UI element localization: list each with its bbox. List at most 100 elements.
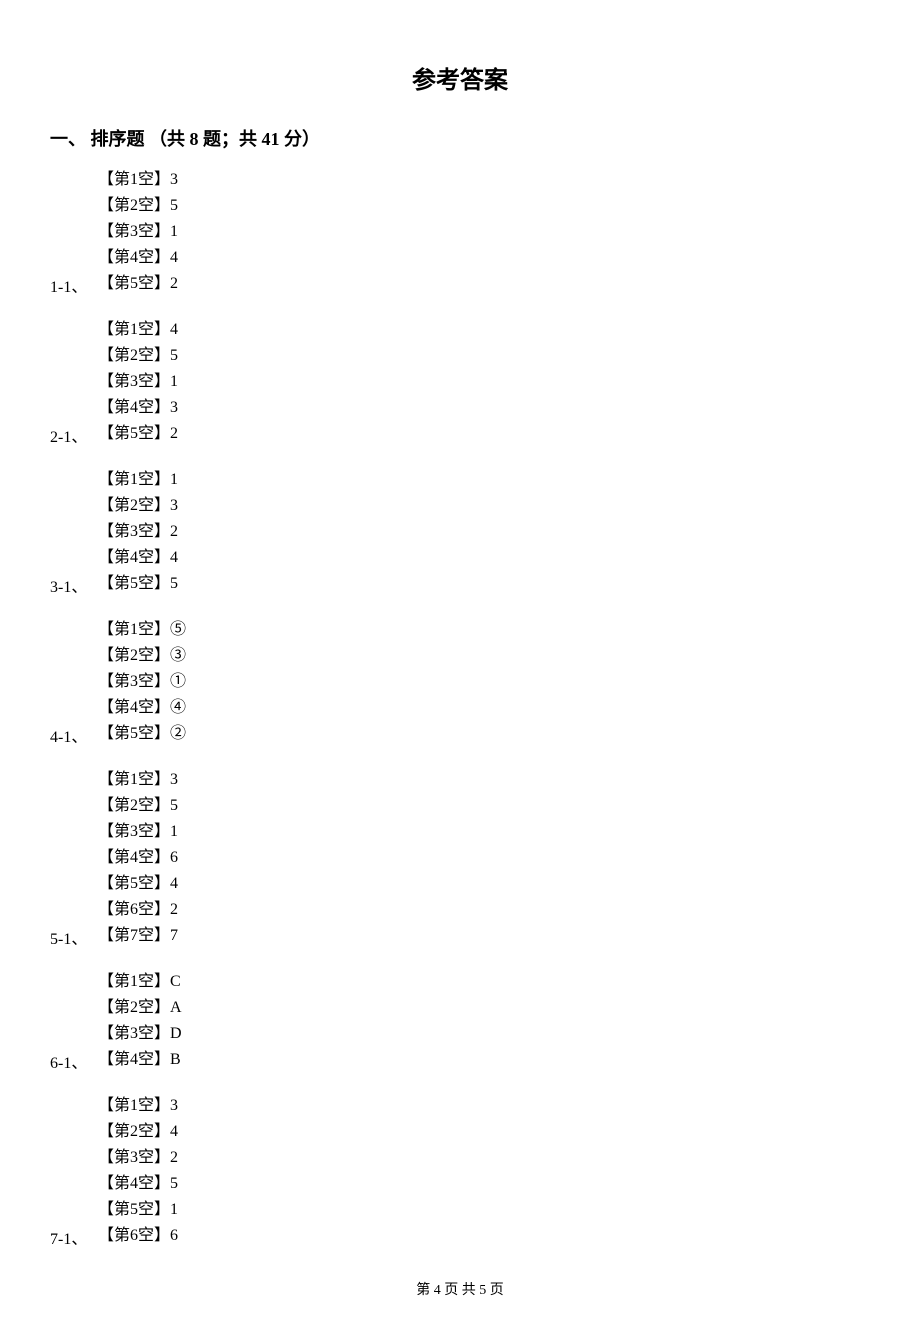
question-block: 【第1空】C【第2空】A【第3空】D【第4空】B6-1、 [50, 969, 870, 1073]
answer-value: 1 [170, 373, 178, 390]
answer-value: 5 [170, 347, 178, 364]
answer-value: ② [170, 725, 186, 742]
answer-label: 【第1空】 [98, 973, 170, 990]
answer-line: 【第4空】④ [98, 695, 870, 721]
question-number: 2-1、 [50, 423, 87, 447]
answer-value: 4 [170, 321, 178, 338]
answer-value: 1 [170, 823, 178, 840]
answer-line: 【第2空】③ [98, 643, 870, 669]
answer-label: 【第4空】 [98, 549, 170, 566]
section-label: 排序题 [91, 129, 145, 149]
answer-value: D [170, 1025, 182, 1042]
answer-label: 【第2空】 [98, 647, 170, 664]
answer-lines: 【第1空】3【第2空】4【第3空】2【第4空】5【第5空】1【第6空】6 [98, 1093, 870, 1249]
section-number: 一、 [50, 129, 86, 149]
answer-value: 3 [170, 497, 178, 514]
answer-label: 【第4空】 [98, 1175, 170, 1192]
answer-line: 【第5空】② [98, 721, 870, 747]
question-block: 【第1空】3【第2空】5【第3空】1【第4空】4【第5空】21-1、 [50, 167, 870, 297]
answer-label: 【第5空】 [98, 575, 170, 592]
answer-label: 【第5空】 [98, 725, 170, 742]
answer-label: 【第5空】 [98, 1201, 170, 1218]
questions-container: 【第1空】3【第2空】5【第3空】1【第4空】4【第5空】21-1、【第1空】4… [50, 167, 870, 1249]
page-title: 参考答案 [50, 60, 870, 95]
answer-line: 【第3空】1 [98, 219, 870, 245]
answer-label: 【第3空】 [98, 223, 170, 240]
answer-label: 【第2空】 [98, 797, 170, 814]
answer-value: 1 [170, 223, 178, 240]
question-number: 7-1、 [50, 1225, 87, 1249]
answer-lines: 【第1空】4【第2空】5【第3空】1【第4空】3【第5空】2 [98, 317, 870, 447]
answer-label: 【第5空】 [98, 275, 170, 292]
answer-line: 【第1空】1 [98, 467, 870, 493]
answer-label: 【第2空】 [98, 347, 170, 364]
answer-line: 【第2空】5 [98, 193, 870, 219]
answer-label: 【第4空】 [98, 699, 170, 716]
answer-value: 5 [170, 797, 178, 814]
answer-value: 1 [170, 1201, 178, 1218]
answer-line: 【第4空】6 [98, 845, 870, 871]
answer-value: 6 [170, 849, 178, 866]
answer-value: 2 [170, 275, 178, 292]
answer-line: 【第5空】5 [98, 571, 870, 597]
answer-line: 【第4空】4 [98, 245, 870, 271]
answer-line: 【第6空】6 [98, 1223, 870, 1249]
answer-label: 【第1空】 [98, 621, 170, 638]
answer-line: 【第5空】4 [98, 871, 870, 897]
question-block: 【第1空】4【第2空】5【第3空】1【第4空】3【第5空】22-1、 [50, 317, 870, 447]
answer-line: 【第3空】① [98, 669, 870, 695]
answer-label: 【第5空】 [98, 425, 170, 442]
answer-line: 【第5空】2 [98, 421, 870, 447]
answer-label: 【第7空】 [98, 927, 170, 944]
answer-label: 【第4空】 [98, 849, 170, 866]
section-info: （共 8 题；共 41 分） [149, 129, 320, 149]
question-number: 5-1、 [50, 925, 87, 949]
answer-line: 【第3空】2 [98, 1145, 870, 1171]
answer-label: 【第1空】 [98, 321, 170, 338]
answer-value: 2 [170, 1149, 178, 1166]
answer-lines: 【第1空】3【第2空】5【第3空】1【第4空】4【第5空】2 [98, 167, 870, 297]
answer-line: 【第5空】1 [98, 1197, 870, 1223]
answer-value: ④ [170, 699, 186, 716]
answer-label: 【第1空】 [98, 471, 170, 488]
answer-label: 【第3空】 [98, 823, 170, 840]
answer-value: ③ [170, 647, 186, 664]
answer-line: 【第1空】3 [98, 1093, 870, 1119]
answer-lines: 【第1空】⑤【第2空】③【第3空】①【第4空】④【第5空】② [98, 617, 870, 747]
question-block: 【第1空】1【第2空】3【第3空】2【第4空】4【第5空】53-1、 [50, 467, 870, 597]
question-number: 3-1、 [50, 573, 87, 597]
answer-lines: 【第1空】1【第2空】3【第3空】2【第4空】4【第5空】5 [98, 467, 870, 597]
answer-label: 【第6空】 [98, 901, 170, 918]
answer-line: 【第2空】3 [98, 493, 870, 519]
answer-label: 【第1空】 [98, 771, 170, 788]
answer-line: 【第1空】C [98, 969, 870, 995]
page-footer: 第 4 页 共 5 页 [50, 1279, 870, 1299]
question-block: 【第1空】3【第2空】4【第3空】2【第4空】5【第5空】1【第6空】67-1、 [50, 1093, 870, 1249]
answer-line: 【第7空】7 [98, 923, 870, 949]
answer-label: 【第5空】 [98, 875, 170, 892]
answer-line: 【第1空】⑤ [98, 617, 870, 643]
answer-line: 【第3空】1 [98, 819, 870, 845]
answer-label: 【第2空】 [98, 1123, 170, 1140]
answer-value: ① [170, 673, 186, 690]
question-number: 6-1、 [50, 1049, 87, 1073]
answer-line: 【第2空】5 [98, 793, 870, 819]
answer-value: 4 [170, 549, 178, 566]
answer-value: 7 [170, 927, 178, 944]
answer-value: 5 [170, 575, 178, 592]
answer-line: 【第1空】3 [98, 167, 870, 193]
answer-value: 5 [170, 1175, 178, 1192]
answer-value: 3 [170, 399, 178, 416]
answer-line: 【第3空】2 [98, 519, 870, 545]
page-container: 参考答案 一、 排序题 （共 8 题；共 41 分） 【第1空】3【第2空】5【… [0, 0, 920, 1329]
answer-line: 【第1空】4 [98, 317, 870, 343]
answer-value: 1 [170, 471, 178, 488]
answer-value: 2 [170, 425, 178, 442]
question-number: 1-1、 [50, 273, 87, 297]
answer-value: 2 [170, 523, 178, 540]
answer-value: A [170, 999, 182, 1016]
answer-label: 【第2空】 [98, 497, 170, 514]
answer-value: 3 [170, 171, 178, 188]
answer-label: 【第6空】 [98, 1227, 170, 1244]
answer-line: 【第2空】4 [98, 1119, 870, 1145]
